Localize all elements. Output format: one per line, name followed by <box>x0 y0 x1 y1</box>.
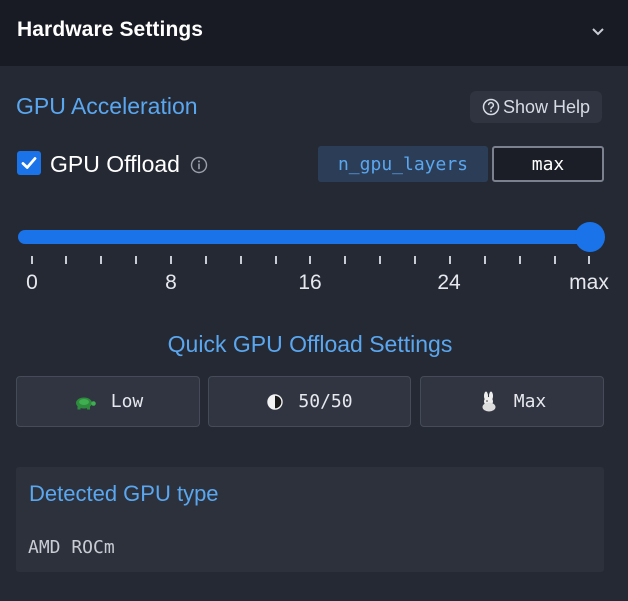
tick-label-max: max <box>569 271 609 294</box>
question-circle-icon <box>482 98 500 116</box>
preset-max-button[interactable]: Max <box>420 376 604 427</box>
slider-tick <box>100 256 102 264</box>
gpu-offload-slider-track[interactable] <box>18 230 590 244</box>
turtle-icon <box>75 397 96 409</box>
preset-5050-label: 50/50 <box>298 391 353 412</box>
slider-tick <box>275 256 277 264</box>
quick-offload-title: Quick GPU Offload Settings <box>167 331 453 357</box>
hardware-settings-panel: Hardware Settings GPU Acceleration Show … <box>0 0 628 601</box>
slider-tick <box>519 256 521 264</box>
gpu-acceleration-title: GPU Acceleration <box>16 93 198 119</box>
tick-label-0: 0 <box>26 271 38 294</box>
slider-tick <box>309 256 311 264</box>
preset-max-label: Max <box>513 391 547 412</box>
tick-label-8: 8 <box>165 271 177 294</box>
show-help-label: Show Help <box>502 96 591 117</box>
checkmark-icon <box>21 157 37 169</box>
panel-header[interactable]: Hardware Settings <box>0 0 628 66</box>
detected-gpu-card: Detected GPU type AMD ROCm <box>16 467 604 572</box>
preset-low-label: Low <box>110 391 144 412</box>
slider-tick <box>344 256 346 264</box>
slider-tick <box>135 256 137 264</box>
tick-label-16: 16 <box>298 271 322 294</box>
slider-tick <box>484 256 486 264</box>
tick-label-24: 24 <box>437 271 461 294</box>
preset-low-button[interactable]: Low <box>16 376 200 427</box>
detected-gpu-title: Detected GPU type <box>29 481 219 506</box>
n-gpu-layers-tag: n_gpu_layers <box>318 146 488 182</box>
slider-tick <box>449 256 451 264</box>
slider-tick <box>240 256 242 264</box>
slider-tick <box>554 256 556 264</box>
preset-5050-button[interactable]: 50/50 <box>208 376 411 427</box>
gpu-layers-value-input[interactable] <box>492 146 604 182</box>
header-title: Hardware Settings <box>17 18 204 41</box>
detected-gpu-value: AMD ROCm <box>28 537 115 558</box>
gpu-offload-checkbox[interactable] <box>17 151 41 175</box>
slider-tick <box>170 256 172 264</box>
info-circle-icon[interactable] <box>190 156 208 174</box>
show-help-button[interactable]: Show Help <box>470 91 602 123</box>
chevron-down-icon[interactable] <box>590 26 606 38</box>
slider-tick <box>31 256 33 264</box>
rabbit-icon <box>482 391 496 411</box>
slider-tick <box>414 256 416 264</box>
half-circle-icon <box>267 393 284 410</box>
gpu-offload-label: GPU Offload <box>50 151 180 177</box>
slider-tick <box>205 256 207 264</box>
slider-tick <box>379 256 381 264</box>
slider-tick <box>65 256 67 264</box>
slider-tick <box>588 256 590 264</box>
gpu-offload-slider-thumb[interactable] <box>575 222 605 252</box>
